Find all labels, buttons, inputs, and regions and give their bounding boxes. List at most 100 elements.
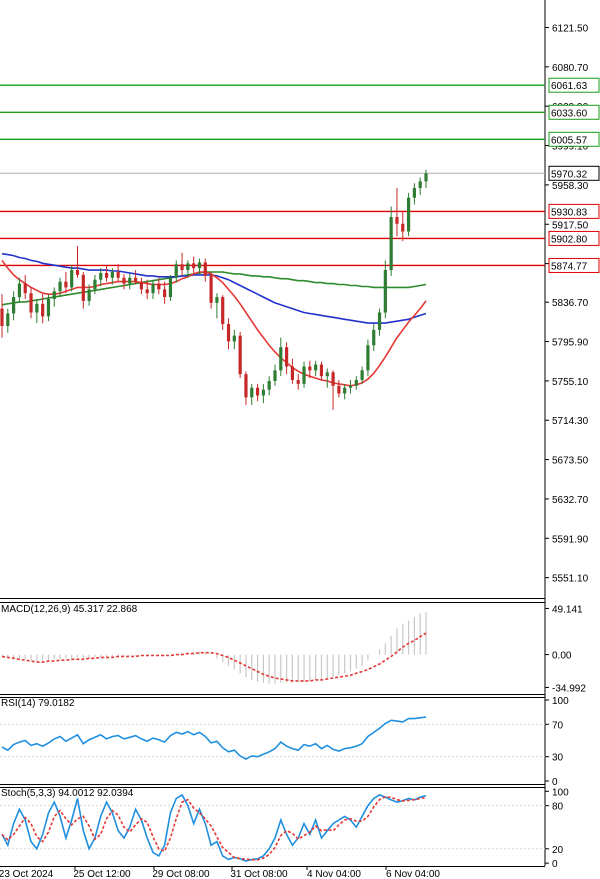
x-tick-label: 23 Oct 2024 <box>0 869 54 879</box>
stoch-k-line <box>1 793 427 862</box>
price-tick-label: 5795.90 <box>552 338 589 349</box>
stoch-tick-label: 0 <box>552 859 558 870</box>
candle-body <box>70 270 74 288</box>
candle-body <box>151 283 155 294</box>
candle-body <box>377 312 382 330</box>
candle-body <box>163 289 167 298</box>
rsi-line <box>1 716 427 761</box>
candle-body <box>372 329 376 346</box>
candle-body <box>319 364 324 377</box>
price-tick-label: 5714.30 <box>552 416 589 427</box>
candle-body <box>64 281 68 288</box>
price-tick-label: 5591.90 <box>552 534 589 545</box>
candle-body <box>389 217 393 271</box>
candle-body <box>401 223 405 232</box>
candle-body <box>406 197 411 232</box>
candle-body <box>87 289 91 301</box>
candle-body <box>215 297 219 303</box>
candle-body <box>186 263 190 271</box>
candle-body <box>267 380 271 390</box>
stoch-tick-label: 20 <box>552 845 564 856</box>
candle-body <box>412 188 416 198</box>
trading-chart: 6121.506080.706039.905999.105958.305917.… <box>0 0 600 879</box>
candle-body <box>418 181 422 189</box>
candle-body <box>58 281 62 292</box>
candle-body <box>250 387 254 398</box>
candle-body <box>203 262 207 276</box>
candle-body <box>209 275 213 303</box>
candle-body <box>314 364 318 371</box>
candle-body <box>285 347 289 367</box>
candle-body <box>290 366 295 381</box>
candle-body <box>331 372 335 386</box>
candle-body <box>192 263 196 269</box>
candle-body <box>168 277 173 298</box>
resistance-label: 6033.60 <box>551 108 588 119</box>
x-tick-label: 29 Oct 08:00 <box>152 869 210 879</box>
macd-tick-label: 0.00 <box>552 651 572 662</box>
candle-body <box>343 387 347 394</box>
price-tick-label: 6080.70 <box>552 63 589 74</box>
candle-body <box>348 385 353 388</box>
candle-body <box>296 380 300 384</box>
price-tick-label: 5755.10 <box>552 377 589 388</box>
candle-body <box>261 389 265 396</box>
candle-body <box>395 217 399 224</box>
candle-body <box>180 264 184 271</box>
support-label: 5930.83 <box>551 207 588 218</box>
candle-body <box>23 283 27 294</box>
x-tick-label: 4 Nov 04:00 <box>307 869 361 879</box>
candle-body <box>122 277 126 284</box>
candle-body <box>145 289 149 294</box>
macd-label: MACD(12,26,9) 45.317 22.868 <box>1 604 138 615</box>
x-tick-label: 31 Oct 08:00 <box>230 869 288 879</box>
price-tick-label: 5958.30 <box>552 181 589 192</box>
resistance-label: 6005.57 <box>551 135 588 146</box>
candle-body <box>46 299 51 317</box>
price-tick-label: 5551.10 <box>552 574 589 585</box>
candle-body <box>238 335 242 375</box>
candle-body <box>139 281 143 290</box>
candle-body <box>383 270 387 313</box>
candle-body <box>110 271 114 278</box>
candle-body <box>17 283 22 298</box>
candle-body <box>93 279 97 290</box>
resistance-label: 6061.63 <box>551 81 588 92</box>
candle-body <box>232 335 236 342</box>
price-tick-label: 5917.50 <box>552 220 589 231</box>
rsi-tick-label: 70 <box>552 720 564 731</box>
candle-body <box>302 366 306 384</box>
stoch-d-line <box>1 795 427 861</box>
candle-body <box>279 347 283 371</box>
candle-body <box>41 303 45 317</box>
candle-body <box>104 272 109 278</box>
candle-body <box>29 293 33 313</box>
candle-body <box>133 277 138 282</box>
candle-body <box>221 297 225 325</box>
rsi-label: RSI(14) 79.0182 <box>1 698 75 709</box>
candle-body <box>337 385 341 394</box>
candle-body <box>174 264 178 278</box>
stoch-label: Stoch(5,3,3) 94.0012 92.0394 <box>1 788 134 799</box>
candle-body <box>325 372 329 377</box>
rsi-tick-label: 30 <box>552 753 564 764</box>
support-label: 5902.80 <box>551 234 588 245</box>
stoch-tick-label: 100 <box>552 787 569 798</box>
candle-body <box>52 291 56 299</box>
candle-body <box>128 277 132 284</box>
candle-body <box>157 283 161 290</box>
x-tick-label: 6 Nov 04:00 <box>386 869 440 879</box>
candle-body <box>99 272 103 280</box>
candle-body <box>255 387 260 396</box>
price-tick-label: 6121.50 <box>552 23 589 34</box>
candle-body <box>75 270 80 275</box>
candle-body <box>244 374 248 398</box>
candle-body <box>35 303 39 313</box>
price-tick-label: 5836.70 <box>552 298 589 309</box>
current-price-label: 5970.32 <box>551 169 588 180</box>
price-tick-label: 5632.70 <box>552 495 589 506</box>
candle-body <box>226 324 231 342</box>
candle-body <box>366 345 370 371</box>
candle-body <box>6 313 10 327</box>
macd-tick-label: -34.992 <box>552 683 586 694</box>
